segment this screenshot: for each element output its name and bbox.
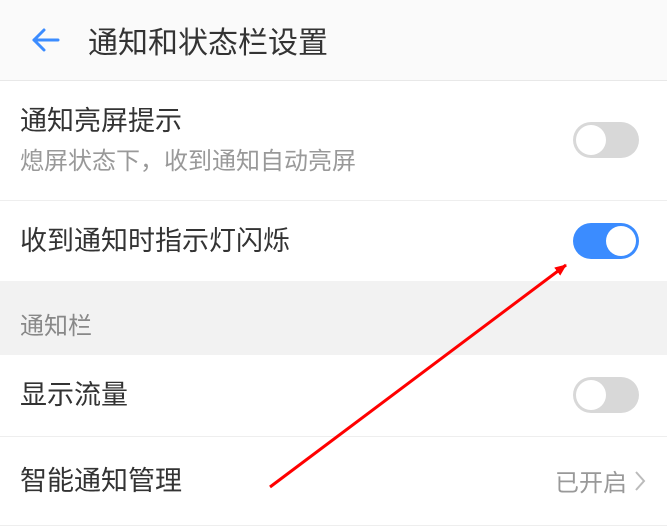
setting-sublabel: 熄屏状态下，收到通知自动亮屏 bbox=[20, 144, 356, 180]
toggle-knob bbox=[576, 125, 606, 155]
setting-text: 显示流量 bbox=[20, 375, 128, 416]
toggle-wake-on-notification[interactable] bbox=[573, 122, 639, 158]
setting-smart-notification[interactable]: 智能通知管理 已开启 bbox=[0, 437, 667, 526]
section-header-notification-bar: 通知栏 bbox=[0, 281, 667, 355]
page-title: 通知和状态栏设置 bbox=[88, 18, 328, 62]
setting-label: 智能通知管理 bbox=[20, 461, 182, 502]
toggle-knob bbox=[576, 380, 606, 410]
setting-label: 显示流量 bbox=[20, 375, 128, 416]
toggle-show-traffic[interactable] bbox=[573, 377, 639, 413]
setting-label: 收到通知时指示灯闪烁 bbox=[20, 221, 290, 262]
toggle-knob bbox=[606, 226, 636, 256]
back-arrow-icon[interactable] bbox=[28, 22, 64, 58]
setting-label: 通知亮屏提示 bbox=[20, 101, 356, 142]
setting-wake-on-notification[interactable]: 通知亮屏提示 熄屏状态下，收到通知自动亮屏 bbox=[0, 81, 667, 201]
link-value-text: 已开启 bbox=[555, 463, 627, 498]
chevron-right-icon bbox=[633, 469, 647, 493]
header: 通知和状态栏设置 bbox=[0, 0, 667, 81]
link-value: 已开启 bbox=[555, 463, 647, 498]
toggle-led-flash[interactable] bbox=[573, 223, 639, 259]
setting-text: 收到通知时指示灯闪烁 bbox=[20, 221, 290, 262]
setting-led-flash[interactable]: 收到通知时指示灯闪烁 bbox=[0, 201, 667, 282]
setting-show-traffic[interactable]: 显示流量 bbox=[0, 355, 667, 437]
setting-text: 通知亮屏提示 熄屏状态下，收到通知自动亮屏 bbox=[20, 101, 356, 180]
